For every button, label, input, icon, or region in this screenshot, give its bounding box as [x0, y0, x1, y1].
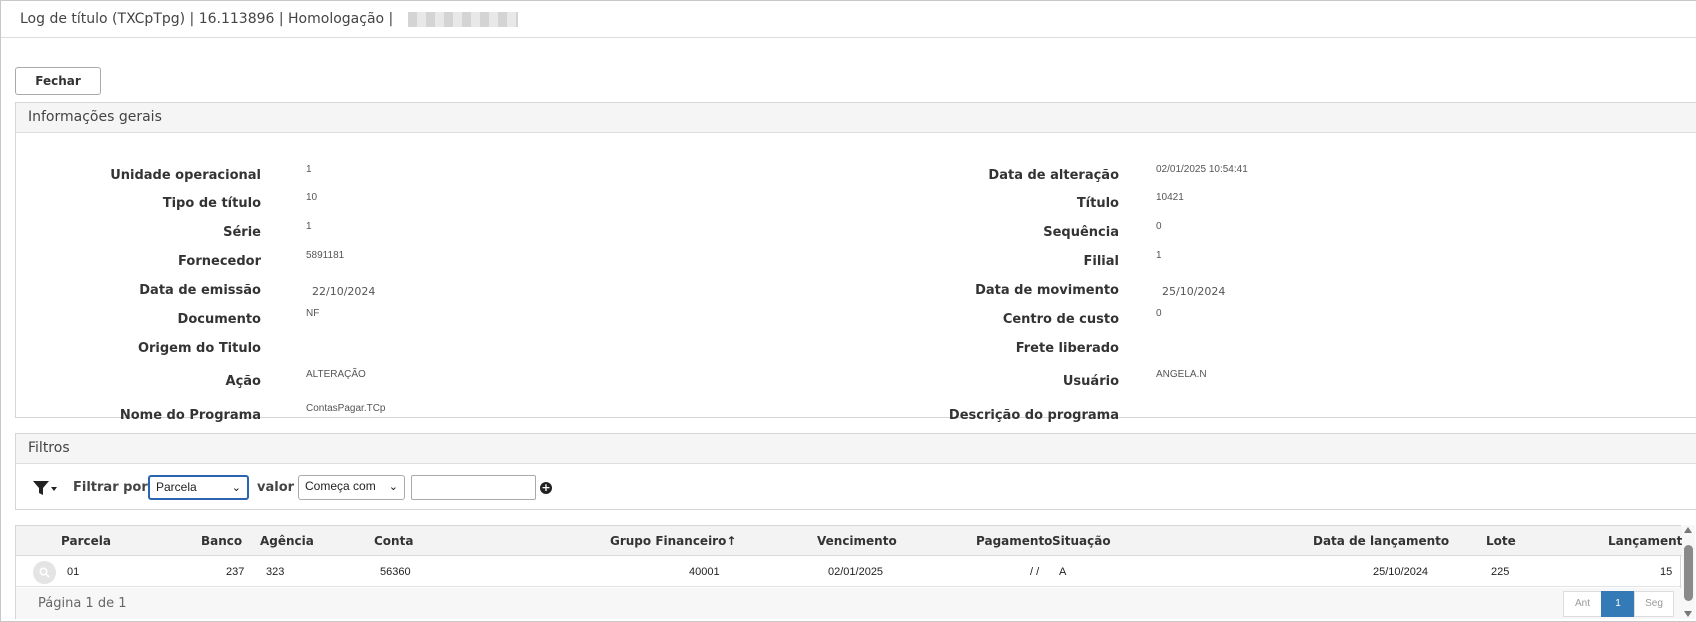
field-value: ALTERAÇÃO [306, 369, 366, 380]
fechar-button[interactable]: Fechar [15, 67, 101, 95]
column-header-label: Grupo Financeiro [610, 534, 727, 548]
grid-header: Parcela Banco Agência Conta Grupo Financ… [16, 526, 1691, 556]
field-value: 22/10/2024 [312, 285, 376, 298]
cell-conta: 56360 [380, 566, 411, 578]
column-header-situacao[interactable]: Situação [1052, 534, 1111, 548]
column-header-conta[interactable]: Conta [374, 534, 413, 548]
page-info: Página 1 de 1 [38, 596, 127, 611]
field-label: Nome do Programa [119, 408, 261, 423]
filter-by-label: Filtrar por [73, 480, 148, 495]
valor-label: valor [257, 480, 295, 495]
filtros-panel-header: Filtros [16, 434, 1696, 464]
grid-footer: Página 1 de 1 Ant 1 Seg [16, 588, 1682, 619]
filter-value-input[interactable] [411, 475, 536, 500]
search-icon[interactable] [33, 561, 56, 584]
info-panel-header: Informações gerais [16, 103, 1696, 133]
field-label: Série [223, 225, 261, 240]
field-value: 10421 [1156, 192, 1184, 203]
cell-lote: 225 [1491, 566, 1510, 578]
pager-page-1-button[interactable]: 1 [1601, 591, 1635, 617]
column-header-grupo-financeiro[interactable]: Grupo Financeiro↑ [610, 534, 736, 548]
field-label: Ação [225, 374, 261, 389]
redacted-text [408, 12, 518, 27]
field-value: 5891181 [306, 250, 345, 261]
chevron-down-icon: ⌄ [388, 481, 398, 493]
field-value: 1 [306, 164, 312, 175]
cell-data-lancamento: 25/10/2024 [1373, 566, 1429, 578]
column-header-lancamento[interactable]: Lançamento [1608, 534, 1691, 548]
field-label: Usuário [1062, 374, 1119, 389]
pager-prev-button[interactable]: Ant [1563, 591, 1602, 617]
field-label: Documento [177, 312, 261, 327]
filter-operator-value: Começa com [305, 479, 376, 493]
cell-agencia: 323 [266, 566, 285, 578]
field-value: ContasPagar.TCp [306, 403, 386, 414]
plus-circle-icon[interactable]: + [540, 482, 552, 494]
field-value: 25/10/2024 [1162, 285, 1226, 298]
column-header-agencia[interactable]: Agência [260, 534, 314, 548]
field-label: Centro de custo [1002, 312, 1119, 327]
column-header-data-lancamento[interactable]: Data de lançamento [1313, 534, 1449, 548]
results-grid: Parcela Banco Agência Conta Grupo Financ… [15, 525, 1691, 619]
field-value: 10 [306, 192, 318, 203]
chevron-down-icon: ⌄ [231, 482, 241, 494]
field-label: Unidade operacional [110, 168, 261, 183]
scroll-up-arrow-icon[interactable] [1684, 527, 1692, 533]
field-label: Fornecedor [178, 254, 261, 269]
field-value: ANGELA.N [1156, 369, 1207, 380]
field-label: Tipo de título [162, 196, 261, 211]
field-label: Origem do Titulo [137, 341, 261, 356]
cell-parcela: 01 [67, 566, 80, 578]
column-header-lote[interactable]: Lote [1486, 534, 1516, 548]
table-row[interactable]: 01 237 323 56360 40001 02/01/2025 / / A … [16, 557, 1682, 587]
cell-situacao: A [1059, 566, 1067, 578]
field-label: Data de alteração [988, 168, 1119, 183]
field-label: Descrição do programa [948, 408, 1119, 423]
field-label: Sequência [1043, 225, 1119, 240]
field-label: Data de emissão [139, 283, 261, 298]
cell-pagamento: / / [1030, 566, 1040, 578]
window-title: Log de título (TXCpTpg) | 16.113896 | Ho… [20, 11, 394, 27]
field-label: Filial [1083, 254, 1119, 269]
field-value: 0 [1156, 308, 1162, 319]
column-header-vencimento[interactable]: Vencimento [817, 534, 897, 548]
column-header-parcela[interactable]: Parcela [61, 534, 111, 548]
cell-vencimento: 02/01/2025 [828, 566, 884, 578]
filter-field-value: Parcela [156, 480, 197, 494]
scroll-down-arrow-icon[interactable] [1684, 611, 1692, 617]
pager-next-button[interactable]: Seg [1634, 591, 1674, 617]
field-value: 1 [1156, 250, 1162, 261]
field-value: 0 [1156, 221, 1162, 232]
scrollbar-thumb[interactable] [1684, 545, 1693, 601]
title-bar: Log de título (TXCpTpg) | 16.113896 | Ho… [1, 1, 1696, 38]
cell-lancamento: 15 [1660, 566, 1673, 578]
cell-banco: 237 [226, 566, 245, 578]
filter-operator-select[interactable]: Começa com ⌄ [298, 475, 405, 500]
filtros-panel: Filtros [15, 433, 1696, 510]
field-label: Data de movimento [975, 283, 1119, 298]
column-header-banco[interactable]: Banco [201, 534, 242, 548]
filter-icon[interactable] [32, 479, 58, 497]
filter-field-select[interactable]: Parcela ⌄ [148, 475, 249, 500]
cell-grupo-financeiro: 40001 [689, 566, 720, 578]
field-value: 02/01/2025 10:54:41 [1156, 164, 1248, 175]
field-label: Frete liberado [1015, 341, 1119, 356]
vertical-scrollbar[interactable] [1682, 525, 1695, 619]
field-label: Título [1076, 196, 1119, 211]
sort-ascending-icon: ↑ [726, 534, 737, 548]
column-header-pagamento[interactable]: Pagamento [976, 534, 1052, 548]
field-value: 1 [306, 221, 312, 232]
field-value: NF [306, 308, 320, 319]
